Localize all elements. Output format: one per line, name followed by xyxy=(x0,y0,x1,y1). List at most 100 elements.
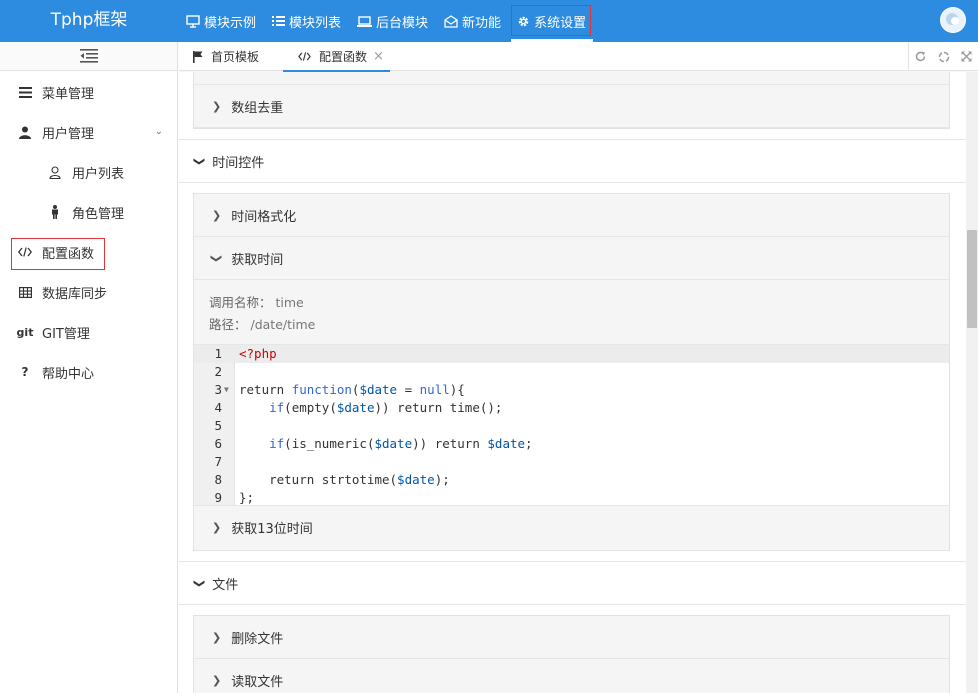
bars-icon xyxy=(18,86,32,98)
recycle-icon[interactable] xyxy=(932,42,955,71)
sidebar-item-git[interactable]: git GIT管理 xyxy=(0,312,177,352)
content-scrollbar[interactable] xyxy=(966,72,978,693)
person-icon xyxy=(48,205,62,219)
collapse-item-label: 时间格式化 xyxy=(231,209,297,225)
sidebar-item-user-management[interactable]: 用户管理 ⌄ xyxy=(0,112,177,152)
collapse-item-dedupe[interactable]: ❯ 数组去重 xyxy=(194,85,949,128)
sidebar-toggle[interactable] xyxy=(0,42,177,71)
path-row: 路径： /date/time xyxy=(209,314,949,336)
code-icon xyxy=(298,52,311,61)
code-text: if(is_numeric($date)) return $date; xyxy=(269,436,533,451)
nav-item-module-list[interactable]: 模块列表 xyxy=(266,0,347,42)
collapse-item-label: 获取时间 xyxy=(231,252,284,268)
code-text: return function($date = null){ xyxy=(239,382,465,397)
user-avatar[interactable] xyxy=(940,7,966,33)
app-logo[interactable]: Tphp框架 xyxy=(0,0,178,42)
path-value: /date/time xyxy=(250,317,316,332)
sidebar-item-user-list[interactable]: 用户列表 xyxy=(0,152,177,192)
tab-home-template[interactable]: 首页模板 xyxy=(193,42,259,71)
top-header: Tphp框架 模块示例 模块列表 后台模块 新功能 系统设置 xyxy=(0,0,978,42)
line-number: 1 xyxy=(214,346,222,361)
tab-label: 配置函数 xyxy=(319,50,368,64)
tab-bar: 首页模板 配置函数 × xyxy=(179,42,978,72)
user-icon xyxy=(18,126,32,139)
code-line: 5 xyxy=(194,417,949,435)
call-name-value: time xyxy=(275,295,304,310)
collapse-item-label: 读取文件 xyxy=(231,674,284,690)
top-nav: 模块示例 模块列表 后台模块 新功能 系统设置 xyxy=(180,0,596,42)
sidebar-item-config-functions[interactable]: 配置函数 xyxy=(0,232,177,272)
envelope-open-icon xyxy=(444,14,458,28)
collapse-group-label: 文件 xyxy=(212,577,239,593)
highlight-box xyxy=(11,238,105,270)
panel-file-functions: ❯ 删除文件 ❯ 读取文件 xyxy=(193,615,950,693)
code-line: 4 if(empty($date)) return time(); xyxy=(194,399,949,417)
call-name-label: 调用名称： xyxy=(209,295,272,310)
call-name-row: 调用名称： time xyxy=(209,292,949,314)
sidebar-item-label: 用户管理 xyxy=(42,126,95,142)
fullscreen-icon[interactable] xyxy=(955,42,978,71)
line-number: 7 xyxy=(214,454,222,469)
sidebar-item-label: 数据库同步 xyxy=(42,286,108,302)
user-outline-icon xyxy=(48,165,62,179)
avatar-image xyxy=(941,8,965,32)
highlight-box xyxy=(511,5,592,36)
fold-arrow-icon[interactable]: ▼ xyxy=(224,381,229,399)
sidebar-item-menu-management[interactable]: 菜单管理 xyxy=(0,72,177,112)
code-line: 6 if(is_numeric($date)) return $date; xyxy=(194,435,949,453)
sidebar-item-db-sync[interactable]: 数据库同步 xyxy=(0,272,177,312)
collapse-item-get-time[interactable]: ❯ 获取时间 xyxy=(194,237,949,280)
monitor-icon xyxy=(186,14,200,28)
nav-item-label: 新功能 xyxy=(462,15,502,31)
scrollbar-thumb[interactable] xyxy=(967,230,977,328)
chevron-down-icon: ❯ xyxy=(193,578,207,588)
code-text: <?php xyxy=(239,346,277,361)
panel-time-functions: ❯ 时间格式化 ❯ 获取时间 调用名称： time 路径： /date/time… xyxy=(193,193,950,551)
code-line: 3 ▼ return function($date = null){ xyxy=(194,381,949,399)
collapse-item-label: 删除文件 xyxy=(231,631,284,647)
sidebar-item-label: 用户列表 xyxy=(72,166,125,182)
line-number: 9 xyxy=(214,490,222,505)
indent-icon xyxy=(79,49,98,63)
line-number: 6 xyxy=(214,436,222,451)
git-icon: git xyxy=(16,325,34,339)
sidebar-item-help[interactable]: ? 帮助中心 xyxy=(0,352,177,392)
flag-icon xyxy=(193,50,203,63)
sidebar: 菜单管理 用户管理 ⌄ 用户列表 角色管理 配置函数 数据库同步 git GIT… xyxy=(0,42,178,693)
collapse-group-time[interactable]: ❯ 时间控件 xyxy=(179,139,966,183)
nav-item-new-features[interactable]: 新功能 xyxy=(438,0,507,42)
collapse-item-label: 获取13位时间 xyxy=(231,522,313,537)
sidebar-item-role-management[interactable]: 角色管理 xyxy=(0,192,177,232)
function-info: 调用名称： time 路径： /date/time xyxy=(194,280,949,344)
collapse-group-file[interactable]: ❯ 文件 xyxy=(179,561,966,605)
tab-tools xyxy=(908,42,978,71)
table-icon xyxy=(18,286,32,298)
collapse-item-get-time13[interactable]: ❯ 获取13位时间 xyxy=(194,506,949,549)
code-text: }; xyxy=(239,490,255,505)
code-line: 2 xyxy=(194,363,949,381)
nav-item-label: 后台模块 xyxy=(376,15,429,31)
nav-item-system-settings[interactable]: 系统设置 xyxy=(511,0,594,42)
sidebar-item-label: GIT管理 xyxy=(42,326,90,342)
close-icon[interactable]: × xyxy=(373,49,384,64)
collapse-item-delete-file[interactable]: ❯ 删除文件 xyxy=(194,616,949,659)
collapse-item-read-file[interactable]: ❯ 读取文件 xyxy=(194,659,949,693)
sidebar-item-label: 菜单管理 xyxy=(42,86,95,102)
collapse-item-label: 数组去重 xyxy=(231,100,284,116)
nav-item-module-examples[interactable]: 模块示例 xyxy=(180,0,262,42)
tab-label: 首页模板 xyxy=(211,50,260,64)
chevron-down-icon: ⌄ xyxy=(154,126,163,137)
collapse-item-time-format[interactable]: ❯ 时间格式化 xyxy=(194,194,949,237)
code-text: return strtotime($date); xyxy=(239,472,450,487)
refresh-icon[interactable] xyxy=(909,42,932,71)
nav-item-admin-modules[interactable]: 后台模块 xyxy=(351,0,434,42)
main-content: ❯ 数组去重 ❯ 时间控件 ❯ 时间格式化 ❯ 获取时间 调用名称： time … xyxy=(179,72,966,693)
panel-item-prev xyxy=(194,72,949,85)
tab-config-functions[interactable]: 配置函数 × xyxy=(283,42,390,72)
line-number: 2 xyxy=(214,364,222,379)
question-icon: ? xyxy=(21,365,29,379)
chevron-right-icon: ❯ xyxy=(212,208,222,222)
list-icon xyxy=(272,16,286,26)
code-editor[interactable]: 1 <?php 2 3 ▼ return function($date = null)… xyxy=(194,344,949,506)
collapse-group-label: 时间控件 xyxy=(212,155,265,171)
